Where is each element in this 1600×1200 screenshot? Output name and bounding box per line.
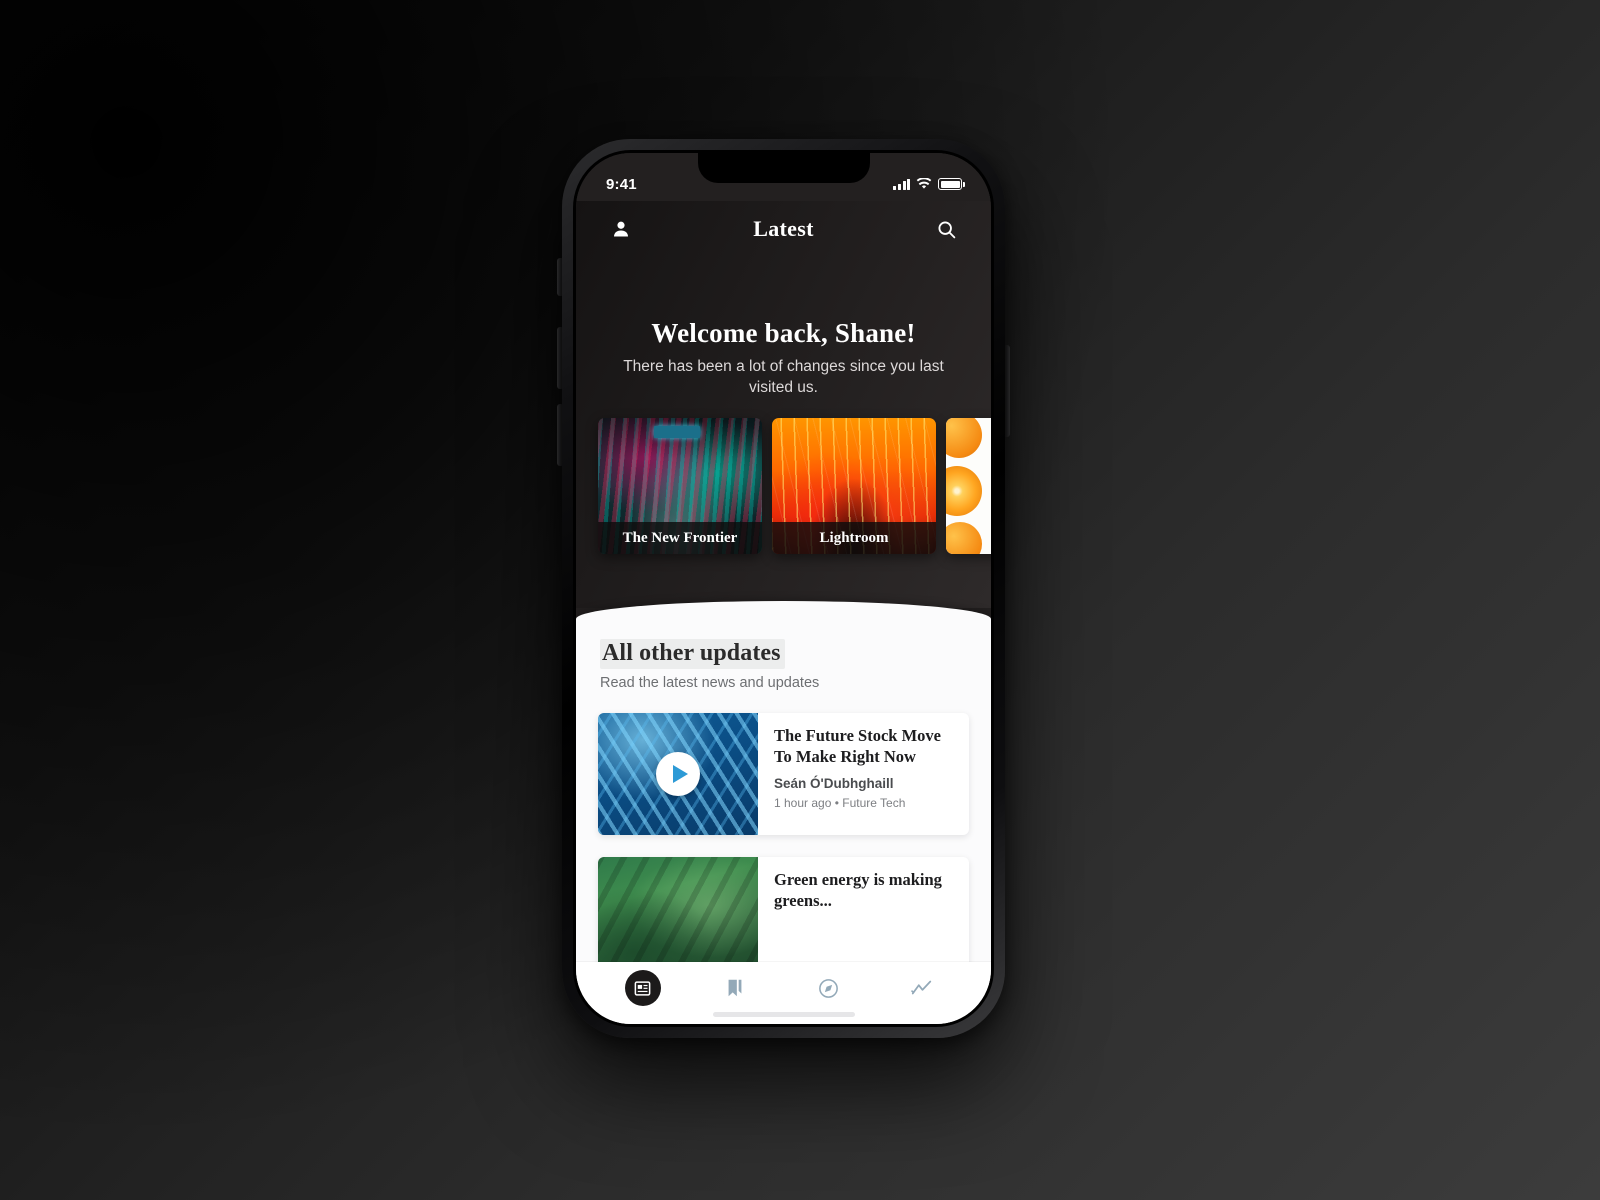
hero-section: Latest Welcome back, Shane! There has be… <box>576 153 991 608</box>
news-thumbnail <box>598 857 758 962</box>
phone-bezel: Latest Welcome back, Shane! There has be… <box>573 150 994 1027</box>
news-body: Green energy is making greens... <box>758 857 969 962</box>
welcome-title: Welcome back, Shane! <box>651 318 916 348</box>
section-header: All other updates Read the latest news a… <box>576 601 991 691</box>
compass-icon <box>818 978 838 998</box>
tab-news[interactable] <box>624 970 661 1006</box>
updates-scroll-area[interactable]: All other updates Read the latest news a… <box>576 601 991 962</box>
cellular-bars-icon <box>893 178 911 190</box>
story-label: The New Frontier <box>598 522 762 554</box>
story-card[interactable]: The New Frontier <box>598 418 762 554</box>
bookmark-icon <box>728 979 742 997</box>
status-icons <box>893 178 965 190</box>
page-title: Latest <box>753 216 814 241</box>
news-author: Seán Ó'Dubhghaill <box>774 776 894 792</box>
updates-panel: All other updates Read the latest news a… <box>576 601 991 1024</box>
stories-carousel[interactable]: The New Frontier Lightroom <box>598 418 991 554</box>
profile-button[interactable] <box>606 214 636 244</box>
green-hills-image <box>598 857 758 962</box>
story-image-oranges <box>946 418 991 554</box>
wifi-icon <box>916 178 932 189</box>
phone-screen: Latest Welcome back, Shane! There has be… <box>576 153 991 1024</box>
phone-frame: Latest Welcome back, Shane! There has be… <box>562 139 1005 1038</box>
trending-line-icon <box>911 980 932 995</box>
tab-trending[interactable] <box>902 968 942 1008</box>
search-button[interactable] <box>931 214 961 244</box>
news-thumbnail <box>598 713 758 835</box>
welcome-subtitle: There has been a lot of changes since yo… <box>623 358 944 396</box>
story-card[interactable]: Lightroom <box>772 418 936 554</box>
play-button[interactable] <box>656 752 700 796</box>
person-icon <box>614 221 628 237</box>
play-triangle-icon <box>672 765 688 783</box>
desktop-backdrop: Latest Welcome back, Shane! There has be… <box>0 0 1600 1200</box>
section-title: All other updates <box>600 639 785 669</box>
news-card[interactable]: The Future Stock Move To Make Right Now … <box>598 713 969 835</box>
news-title: The Future Stock Move To Make Right Now <box>774 726 941 767</box>
notch <box>697 153 870 183</box>
search-icon <box>937 220 955 238</box>
navigation-bar: Latest <box>576 201 991 257</box>
news-title: Green energy is making greens... <box>774 870 942 911</box>
home-indicator[interactable] <box>712 1012 855 1017</box>
news-card[interactable]: Green energy is making greens... <box>598 857 969 962</box>
news-body: The Future Stock Move To Make Right Now … <box>758 713 969 835</box>
tab-explore[interactable] <box>808 968 848 1008</box>
section-subtitle: Read the latest news and updates <box>600 675 820 691</box>
news-meta: 1 hour ago • Future Tech <box>774 796 906 811</box>
story-label: Lightroom <box>772 522 936 554</box>
welcome-block: Welcome back, Shane! There has been a lo… <box>576 318 991 398</box>
story-card[interactable] <box>946 418 991 554</box>
status-clock: 9:41 <box>606 175 637 193</box>
tab-bookmarks[interactable] <box>715 968 755 1008</box>
battery-full-icon <box>938 178 965 190</box>
news-article-icon <box>634 980 651 996</box>
